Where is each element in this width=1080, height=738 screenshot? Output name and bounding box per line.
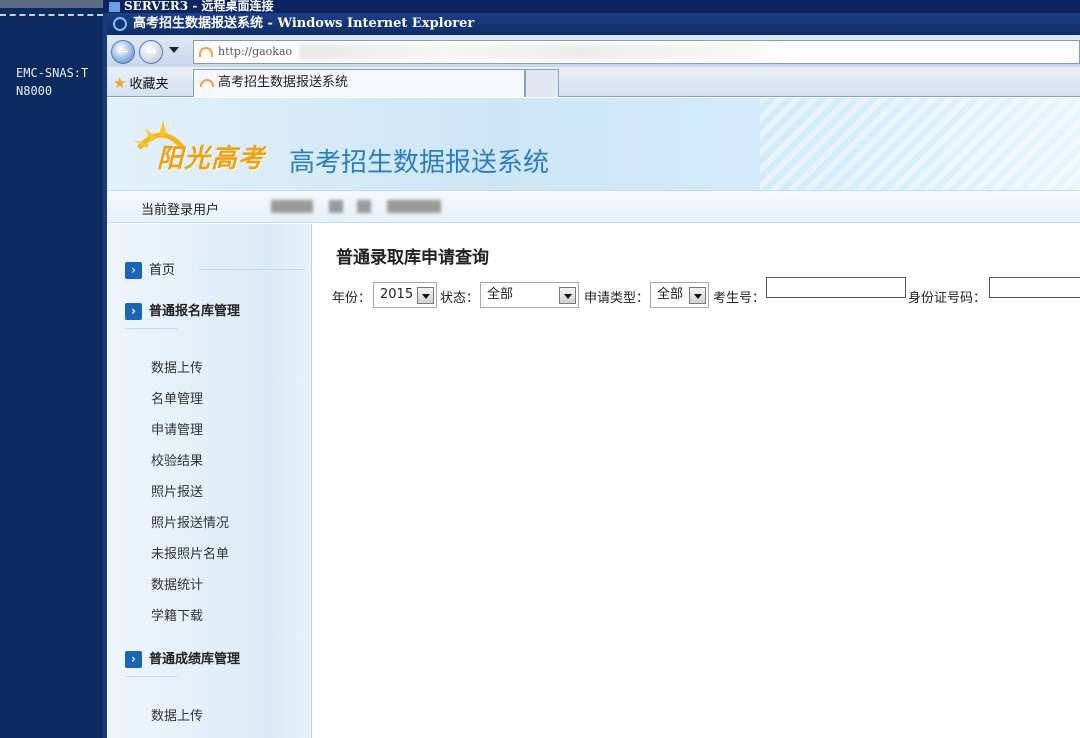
divider <box>125 676 177 677</box>
address-toolbar: ← → http://gaokao <box>107 35 1080 67</box>
web-page: 阳光高考 高考招生数据报送系统 当前登录用户 › 首页 › 普通报名库管理 数据上传… <box>107 98 1080 738</box>
year-select[interactable]: 2015 <box>373 282 437 308</box>
console-text-line-1: EMC-SNAS:T <box>16 66 89 80</box>
sidebar-item-data-upload[interactable]: 数据上传 <box>151 357 203 376</box>
id-no-input[interactable] <box>989 277 1080 298</box>
system-title: 高考招生数据报送系统 <box>289 148 550 178</box>
sidebar-item-home[interactable]: › 首页 <box>125 259 175 279</box>
main-content: 普通录取库申请查询 年份： 2015 状态： 全部 申请类型： 全部 考生号： <box>313 224 1080 738</box>
sidebar-item-photo-submission-status[interactable]: 照片报送情况 <box>151 512 229 531</box>
remote-desktop-icon <box>109 1 120 12</box>
console-topbar <box>0 0 103 8</box>
ie-logo-icon <box>113 16 127 31</box>
sidebar-section-label: 普通报名库管理 <box>149 304 241 319</box>
apply-type-select[interactable]: 全部 <box>650 282 709 308</box>
redacted-username <box>387 200 441 213</box>
sidebar-section-enrollment-db[interactable]: › 普通报名库管理 <box>125 300 240 320</box>
recent-pages-dropdown-icon[interactable] <box>169 47 179 53</box>
browser-tab-active[interactable]: 高考招生数据报送系统 <box>193 69 525 97</box>
redacted-username <box>271 200 313 213</box>
sidebar-item-missing-photo-list[interactable]: 未报照片名单 <box>151 543 229 562</box>
console-text-line-2: N8000 <box>16 84 53 98</box>
sidebar-item-label: 首页 <box>149 263 176 278</box>
divider <box>199 269 305 270</box>
remote-console-background: EMC-SNAS:T N8000 <box>0 0 103 738</box>
back-button[interactable]: ← <box>111 40 135 64</box>
exam-no-input[interactable] <box>766 277 906 298</box>
star-icon: ★ <box>113 74 127 92</box>
address-bar[interactable]: http://gaokao <box>193 40 1080 64</box>
chevron-down-icon[interactable] <box>689 287 706 304</box>
browser-window: 高考招生数据报送系统 - Windows Internet Explorer ←… <box>103 13 1080 738</box>
chevron-right-icon: › <box>125 262 142 279</box>
current-user-label: 当前登录用户 <box>141 203 220 218</box>
favorites-bar: ★ 收藏夹 高考招生数据报送系统 <box>107 67 1080 97</box>
chevron-down-icon[interactable] <box>559 287 576 304</box>
tab-title: 高考招生数据报送系统 <box>218 75 349 90</box>
tab-favicon-icon <box>200 79 214 87</box>
chevron-right-icon: › <box>125 303 142 320</box>
year-select-value: 2015 <box>380 287 414 302</box>
sidebar-item-list-management[interactable]: 名单管理 <box>151 388 203 407</box>
site-logo-text: 阳光高考 <box>157 144 266 174</box>
new-tab-button[interactable] <box>525 69 559 97</box>
status-select-value: 全部 <box>487 287 514 302</box>
redacted-url <box>299 44 769 60</box>
remote-desktop-title-bar[interactable]: SERVER3 - 远程桌面连接 <box>103 0 1080 13</box>
status-label: 状态： <box>440 291 480 306</box>
favorites-button[interactable]: ★ 收藏夹 <box>113 73 168 92</box>
chevron-down-icon[interactable] <box>417 287 434 304</box>
sidebar-item-score-data-upload[interactable]: 数据上传 <box>151 705 203 724</box>
address-text: http://gaokao <box>218 45 293 58</box>
favorites-label: 收藏夹 <box>129 77 169 92</box>
sidebar-item-data-statistics[interactable]: 数据统计 <box>151 574 203 593</box>
page-favicon-icon <box>199 47 213 57</box>
browser-window-title: 高考招生数据报送系统 - Windows Internet Explorer <box>133 16 475 31</box>
chevron-right-icon: › <box>125 651 142 668</box>
exam-no-label: 考生号： <box>713 291 766 306</box>
year-label: 年份： <box>332 291 372 306</box>
sidebar-item-validation-results[interactable]: 校验结果 <box>151 450 203 469</box>
forward-button[interactable]: → <box>139 40 163 64</box>
sidebar-item-photo-submission[interactable]: 照片报送 <box>151 481 203 500</box>
sidebar-item-application-management[interactable]: 申请管理 <box>151 419 203 438</box>
id-no-label: 身份证号码： <box>908 291 987 306</box>
user-bar: 当前登录用户 <box>107 190 1080 223</box>
page-title: 普通录取库申请查询 <box>336 248 489 268</box>
redacted-username <box>329 200 343 213</box>
sidebar-section-score-db[interactable]: › 普通成绩库管理 <box>125 648 240 668</box>
status-select[interactable]: 全部 <box>480 282 579 308</box>
console-divider <box>0 14 103 16</box>
sidebar-nav: › 首页 › 普通报名库管理 数据上传 名单管理 申请管理 校验结果 照片报送 照片… <box>107 224 312 738</box>
remote-desktop-title: SERVER3 - 远程桌面连接 <box>124 0 274 13</box>
site-banner: 阳光高考 高考招生数据报送系统 <box>107 98 1080 190</box>
apply-type-label: 申请类型： <box>584 291 650 306</box>
sidebar-section-label: 普通成绩库管理 <box>149 652 241 667</box>
apply-type-select-value: 全部 <box>657 287 684 302</box>
browser-title-bar[interactable]: 高考招生数据报送系统 - Windows Internet Explorer <box>107 13 1080 35</box>
redacted-username <box>357 200 371 213</box>
sidebar-item-student-status-download[interactable]: 学籍下载 <box>151 605 203 624</box>
divider <box>125 328 177 329</box>
